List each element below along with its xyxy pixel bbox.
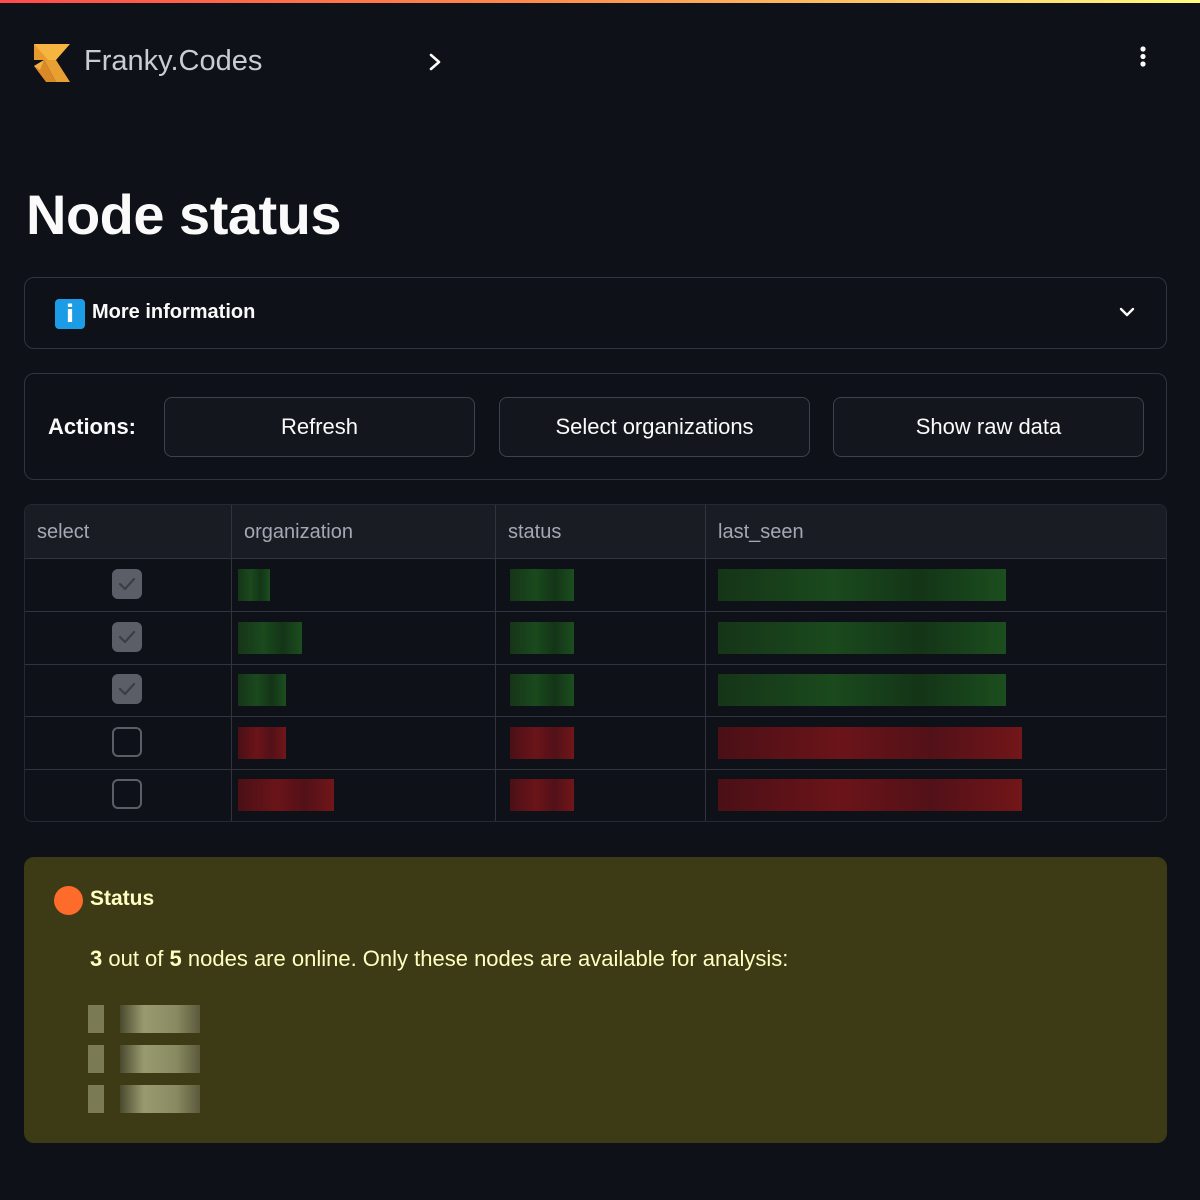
actions-container: Actions: Refresh Select organizations Sh… xyxy=(24,373,1167,480)
select-organizations-button[interactable]: Select organizations xyxy=(499,397,810,457)
orange-circle-icon xyxy=(54,886,83,915)
table-row xyxy=(25,769,1166,821)
row-select-checkbox[interactable] xyxy=(112,621,142,652)
online-node-item xyxy=(88,1085,200,1113)
actions-label: Actions: xyxy=(48,414,136,439)
column-header-status[interactable]: status xyxy=(496,505,706,559)
online-node-item xyxy=(88,1005,200,1033)
table-header: select organization status last_seen xyxy=(25,505,1166,559)
show-raw-data-button[interactable]: Show raw data xyxy=(833,397,1144,457)
callout-message: 3 out of 5 nodes are online. Only these … xyxy=(90,946,788,972)
checkmark-icon xyxy=(118,577,136,591)
row-select-checkbox[interactable] xyxy=(112,779,142,810)
list-bullet xyxy=(88,1045,104,1073)
list-bullet xyxy=(88,1085,104,1113)
expander-label: More information xyxy=(92,301,256,323)
app-header: Franky.Codes xyxy=(0,3,1200,113)
chevron-right-icon[interactable] xyxy=(424,51,446,73)
kebab-menu-icon[interactable] xyxy=(1130,41,1156,71)
column-header-organization[interactable]: organization xyxy=(232,505,496,559)
last-seen-cell[interactable] xyxy=(718,569,1006,601)
node-name-redacted xyxy=(120,1045,200,1073)
list-bullet xyxy=(88,1005,104,1033)
organization-cell[interactable] xyxy=(238,726,286,759)
status-callout: Status 3 out of 5 nodes are online. Only… xyxy=(24,857,1167,1143)
checkmark-icon xyxy=(118,683,136,696)
checkmark-icon xyxy=(118,630,136,643)
node-status-table: select organization status last_seen xyxy=(24,504,1167,822)
row-select-checkbox[interactable] xyxy=(112,569,142,599)
last-seen-cell[interactable] xyxy=(718,621,1006,654)
refresh-button[interactable]: Refresh xyxy=(164,397,475,457)
column-header-select[interactable]: select xyxy=(25,505,232,559)
table-row xyxy=(25,612,1166,665)
column-divider xyxy=(231,505,232,821)
column-divider xyxy=(705,505,706,821)
last-seen-cell[interactable] xyxy=(718,726,1022,759)
last-seen-cell[interactable] xyxy=(718,779,1022,812)
table-row xyxy=(25,559,1166,612)
page-title: Node status xyxy=(26,183,342,246)
franky-codes-logo-icon xyxy=(34,44,70,82)
callout-text-mid: out of xyxy=(102,946,170,971)
total-count: 5 xyxy=(169,946,182,971)
node-name-redacted xyxy=(120,1085,200,1113)
status-cell[interactable] xyxy=(510,569,574,601)
column-header-last-seen[interactable]: last_seen xyxy=(706,505,1166,559)
row-select-checkbox[interactable] xyxy=(112,726,142,757)
table-row xyxy=(25,717,1166,770)
chevron-down-icon xyxy=(1119,307,1135,317)
organization-cell[interactable] xyxy=(238,674,286,707)
callout-title: Status xyxy=(90,887,155,910)
brand-name[interactable]: Franky.Codes xyxy=(84,45,262,78)
status-cell[interactable] xyxy=(510,621,574,654)
online-node-item xyxy=(88,1045,200,1073)
organization-cell[interactable] xyxy=(238,569,270,601)
status-cell[interactable] xyxy=(510,674,574,707)
last-seen-cell[interactable] xyxy=(718,674,1006,707)
callout-text-end: nodes are online. Only these nodes are a… xyxy=(181,946,789,971)
row-select-checkbox[interactable] xyxy=(112,674,142,705)
node-name-redacted xyxy=(120,1005,200,1033)
organization-cell[interactable] xyxy=(238,779,334,812)
organization-cell[interactable] xyxy=(238,621,302,654)
more-information-expander[interactable]: i More information xyxy=(24,277,1167,349)
status-cell[interactable] xyxy=(510,779,574,812)
status-cell[interactable] xyxy=(510,726,574,759)
online-count: 3 xyxy=(90,946,103,971)
table-row xyxy=(25,664,1166,718)
column-divider xyxy=(495,505,496,821)
info-icon-glyph: i xyxy=(65,300,75,328)
info-icon: i xyxy=(55,299,85,329)
